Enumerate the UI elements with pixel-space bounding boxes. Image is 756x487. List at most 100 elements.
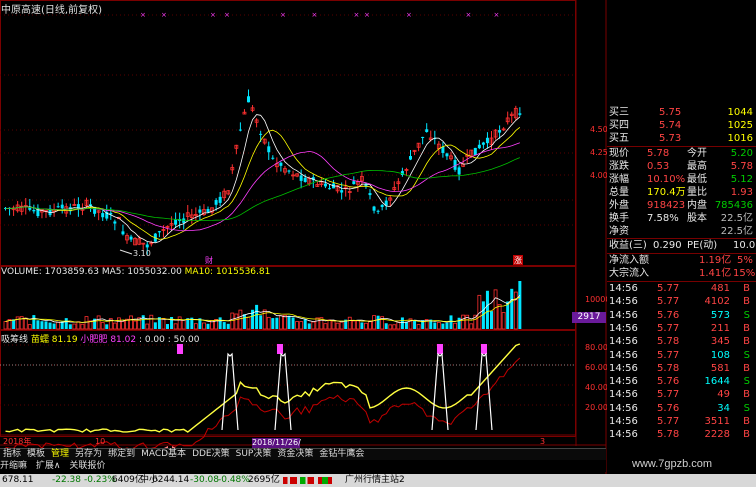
candle-body [498, 130, 502, 133]
pe-label: PE(动) [687, 240, 718, 251]
volume-bar [222, 322, 226, 329]
quote-label: 总量 [609, 187, 629, 198]
toolbar-item-manage[interactable]: 管理 [48, 449, 72, 460]
volume-bar [76, 321, 81, 330]
quote-label-2: 量比 [687, 187, 707, 198]
candle-body [340, 190, 344, 193]
index2-change: -30.08 [190, 475, 220, 485]
menu-item-expand[interactable]: 扩展∧ [36, 461, 61, 471]
top-marker: × [161, 11, 167, 19]
toolbar-item-template[interactable]: 模板 [24, 449, 48, 460]
volume-bar [56, 321, 61, 330]
candle-body [425, 129, 429, 133]
order-book-price: 5.73 [659, 133, 682, 144]
volume-bar [133, 320, 138, 330]
price-ma-line [5, 114, 521, 244]
volume-bar [64, 318, 68, 329]
menu-item-open[interactable]: 开缩嘛 [0, 461, 27, 471]
top-marker: × [354, 11, 360, 19]
tick-price: 5.76 [657, 376, 680, 388]
indicator-name[interactable]: 吸筹线 [1, 335, 28, 345]
tick-price: 5.78 [657, 429, 680, 441]
index1-change: -22.38 [52, 475, 82, 485]
candlestick-series [4, 89, 522, 255]
tick-volume: 481 [710, 283, 730, 294]
tick-time: 14:56 [609, 309, 638, 321]
volume-bar [469, 323, 474, 330]
tick-volume: 4102 [704, 296, 730, 308]
price-grid [0, 14, 576, 226]
status-bar-mini-icon-2 [300, 477, 314, 484]
profit-label: 收益(三) [609, 240, 647, 251]
price-panel-border [0, 0, 576, 266]
status-bar-mini-icon [283, 477, 297, 484]
tick-time: 14:56 [609, 283, 638, 294]
volume-bar [202, 322, 206, 330]
indicator-label1-value: 81.19 [51, 335, 78, 345]
volume-bar [141, 315, 145, 329]
quote-label-2: 股本 [687, 213, 707, 224]
toolbar-item-macd[interactable]: MACD基本 [138, 449, 189, 460]
volume-bar [364, 322, 368, 330]
tick-row: 14:56 5.77 4102 B [607, 295, 756, 308]
volume-bar [44, 321, 48, 329]
toolbar-item-bind-to[interactable]: 绑定到 [105, 449, 138, 460]
signal-marker [481, 344, 487, 354]
candle-body [376, 210, 380, 212]
tick-price: 5.77 [657, 389, 680, 401]
tick-price: 5.77 [657, 416, 680, 427]
tick-side: S [743, 309, 750, 321]
volume-bar [413, 320, 417, 329]
bulk-inflow-label: 大宗流入 [609, 268, 649, 279]
tick-side: B [743, 336, 750, 348]
tick-side: B [743, 362, 750, 374]
candle-body [380, 204, 384, 208]
candle-body [303, 177, 307, 182]
toolbar-item-gold[interactable]: 金钻牛鹰会 [316, 449, 367, 460]
candle-body [121, 231, 125, 235]
quote-label: 外盘 [609, 200, 629, 211]
top-marker: × [210, 11, 216, 19]
toolbar-item-sup[interactable]: SUP决策 [233, 449, 275, 460]
order-book-row: 买四 5.74 1025 [607, 119, 756, 132]
low-price-label: 3.10 [133, 249, 151, 258]
bulk-inflow-row: 大宗流入 1.41亿 15% [607, 267, 756, 280]
volume-bar [259, 315, 263, 329]
candle-body [352, 181, 356, 185]
quote-label-2: 内盘 [687, 200, 707, 211]
indicator-label1-name: 苗蠕 [30, 335, 49, 345]
volume-bar [461, 314, 466, 330]
volume-bar [149, 314, 154, 330]
status-bar-mini-icon-3 [318, 477, 332, 484]
tick-row: 14:56 5.77 211 B [607, 322, 756, 335]
toolbar-item-fund[interactable]: 资金决策 [274, 449, 316, 460]
tick-volume: 573 [710, 309, 730, 321]
tick-side: S [743, 376, 750, 388]
menu-item-related-quote[interactable]: 关联报价 [69, 461, 105, 471]
tick-time: 14:56 [609, 429, 638, 441]
toolbar-item-indicator[interactable]: 指标 [0, 449, 24, 460]
order-book-label: 买三 [609, 107, 629, 118]
top-marker: × [406, 11, 412, 19]
volume-bar [433, 322, 437, 329]
candle-body [323, 183, 327, 187]
quote-value: 7.58% [647, 213, 679, 224]
candle-body [238, 129, 242, 131]
quote-label: 涨跌 [609, 161, 629, 172]
volume-bar [48, 322, 52, 329]
tick-price: 5.77 [657, 296, 680, 308]
indicator-labels: 吸筹线 苗蠕 81.19 小肥肥 81.02 : 0.00 : 50.00 [1, 332, 199, 345]
volume-bar [52, 323, 56, 329]
toolbar-item-save-as[interactable]: 另存为 [72, 449, 105, 460]
toolbar-item-dde[interactable]: DDE决策 [189, 449, 233, 460]
volume-bar [445, 322, 449, 329]
tick-price: 5.78 [657, 336, 680, 348]
volume-label: VOLUME: 1703859.63 [1, 267, 99, 277]
tick-time: 14:56 [609, 296, 638, 308]
volume-bar [453, 322, 457, 330]
tick-row: 14:56 5.76 34 S [607, 402, 756, 415]
tick-volume: 2228 [704, 429, 730, 441]
tick-row: 14:56 5.76 573 S [607, 309, 756, 322]
ind-tick-60: 60.00 [585, 363, 608, 372]
x-tick-10: 10 [95, 437, 105, 446]
